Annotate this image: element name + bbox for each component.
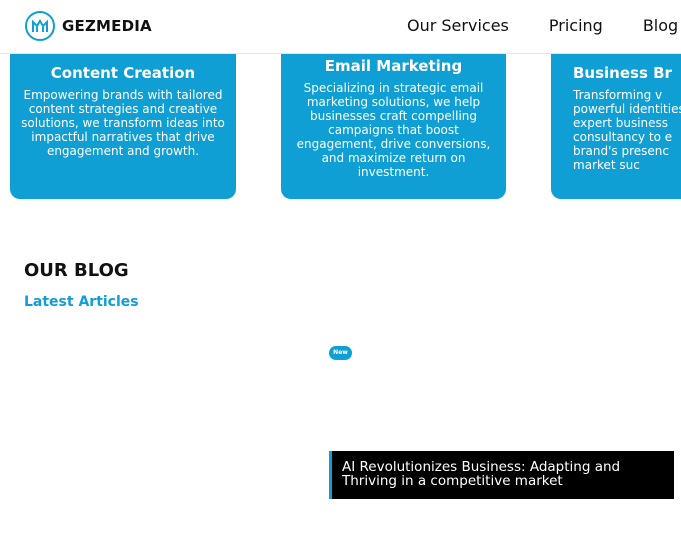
nav-blog[interactable]: Blog — [643, 16, 678, 35]
description-line: brand's presenc — [573, 144, 669, 158]
service-card-content-creation[interactable]: Content Creation Empowering brands with … — [10, 40, 236, 199]
service-card-business-branding[interactable]: Business Br Transforming v powerful iden… — [551, 40, 681, 199]
brand-logo[interactable]: GEZMEDIA — [24, 10, 152, 42]
service-card-title: Email Marketing — [324, 57, 463, 75]
description-line: expert business — [573, 116, 669, 130]
description-line: Transforming v — [573, 88, 663, 102]
main-nav: Our Services Pricing Blog — [407, 16, 678, 35]
blog-subheading: Latest Articles — [24, 294, 139, 310]
article-card[interactable]: AI Revolutionizes Business: Adapting and… — [329, 451, 674, 499]
description-line: powerful identities — [573, 102, 681, 116]
service-card-email-marketing[interactable]: Email Marketing Specializing in strategi… — [281, 40, 506, 199]
description-line: market suc — [573, 158, 640, 172]
service-card-description: Specializing in strategic email marketin… — [296, 81, 491, 179]
service-card-title: Business Br — [573, 64, 672, 82]
nav-pricing[interactable]: Pricing — [549, 16, 603, 35]
description-line: consultancy to e — [573, 130, 673, 144]
blog-heading: OUR BLOG — [24, 260, 129, 281]
gezmedia-logo-icon — [25, 11, 55, 41]
nav-our-services[interactable]: Our Services — [407, 16, 509, 35]
brand-name: GEZMEDIA — [62, 17, 152, 35]
site-header: GEZMEDIA Our Services Pricing Blog — [0, 0, 681, 54]
service-card-description: Empowering brands with tailored content … — [21, 88, 225, 158]
service-card-title: Content Creation — [50, 64, 196, 82]
article-title-link[interactable]: AI Revolutionizes Business: Adapting and… — [342, 460, 664, 488]
service-card-description: Transforming v powerful identities exper… — [573, 88, 681, 172]
new-badge: New — [329, 346, 352, 360]
